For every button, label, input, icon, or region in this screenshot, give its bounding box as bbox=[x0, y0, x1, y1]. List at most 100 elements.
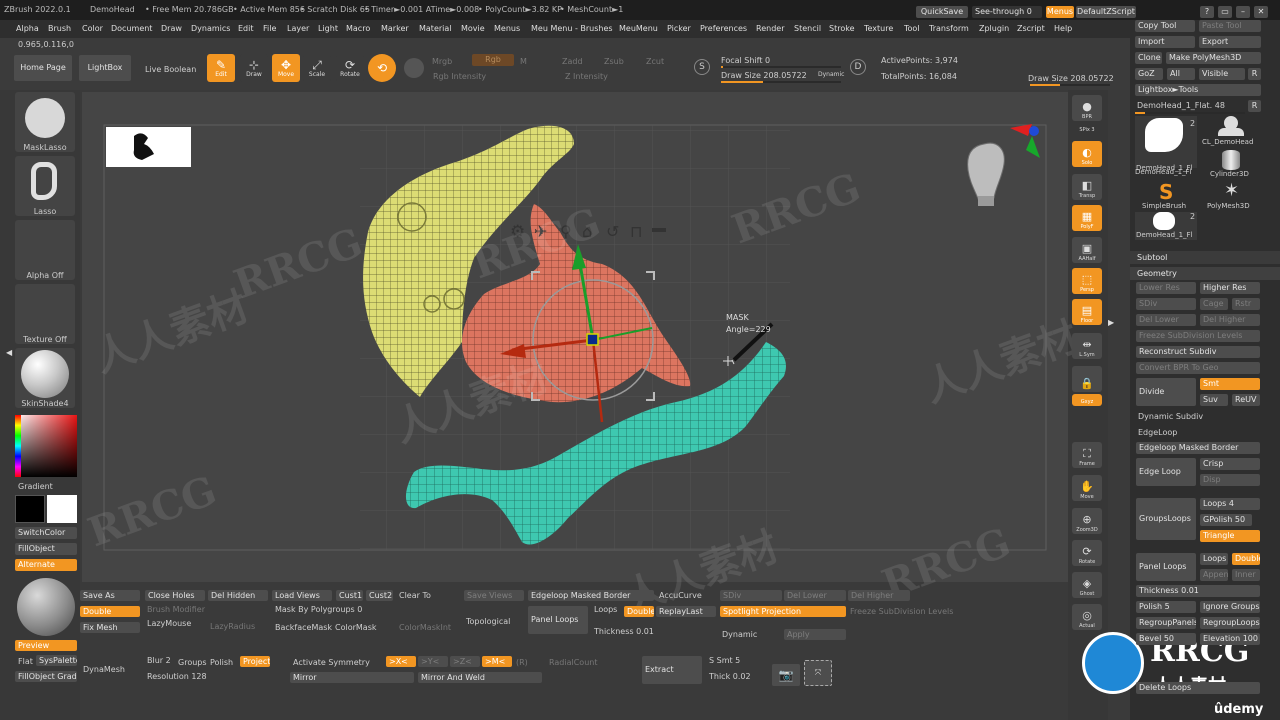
regroup-panels-button[interactable]: RegroupPanels bbox=[1136, 617, 1196, 629]
ignore-groups-button[interactable]: Ignore Groups bbox=[1200, 601, 1260, 613]
current-tool-slider[interactable]: DemoHead_1_Flat. 48 bbox=[1137, 101, 1225, 110]
rotate-button[interactable]: ⟳ Rotate bbox=[336, 54, 364, 82]
lazymouse-button[interactable]: LazyMouse bbox=[147, 619, 191, 628]
bpr-shelf-button[interactable]: ● BPR bbox=[1072, 95, 1102, 121]
spotlight-projection-button[interactable]: Spotlight Projection bbox=[720, 606, 846, 617]
paste-tool-button[interactable]: Paste Tool bbox=[1199, 20, 1261, 32]
lazyradius-slider[interactable]: LazyRadius bbox=[210, 622, 255, 631]
bottom-double-button[interactable]: Double bbox=[624, 606, 654, 617]
edit-button[interactable]: ✎ Edit bbox=[207, 54, 235, 82]
rstr-button[interactable]: Rstr bbox=[1232, 298, 1260, 310]
cust1-button[interactable]: Cust1 bbox=[336, 590, 363, 601]
syspalette-button[interactable]: SysPalette bbox=[36, 655, 77, 666]
menu-item-help[interactable]: Help bbox=[1054, 20, 1072, 38]
menu-item-stencil[interactable]: Stencil bbox=[794, 20, 821, 38]
menu-item-alpha[interactable]: Alpha bbox=[16, 20, 39, 38]
tray-loops-slider[interactable]: Loops bbox=[1200, 553, 1228, 565]
append-button[interactable]: Append bbox=[1200, 569, 1228, 581]
menu-item-picker[interactable]: Picker bbox=[667, 20, 691, 38]
cage-button[interactable]: Cage bbox=[1200, 298, 1228, 310]
rotate-shelf-button[interactable]: ⟳ Rotate bbox=[1072, 540, 1102, 566]
close-icon[interactable]: ✕ bbox=[1254, 6, 1268, 18]
lower-res-button[interactable]: Lower Res bbox=[1136, 282, 1196, 294]
draw-size-track[interactable] bbox=[721, 81, 841, 83]
persp-shelf-button[interactable]: ⬚ Persp bbox=[1072, 268, 1102, 294]
mask-by-polygroups-slider[interactable]: Mask By Polygroups 0 bbox=[275, 605, 362, 614]
right-collapse-icon[interactable]: ▶ bbox=[1108, 318, 1114, 330]
apply-button[interactable]: Apply bbox=[784, 629, 846, 640]
del-higher-button[interactable]: Del Higher bbox=[1200, 314, 1260, 326]
brush-modifier-slider[interactable]: Brush Modifier bbox=[147, 605, 205, 614]
clone-button[interactable]: Clone bbox=[1135, 52, 1162, 64]
import-button[interactable]: Import bbox=[1135, 36, 1195, 48]
hue-strip[interactable] bbox=[15, 415, 21, 477]
groups-button[interactable]: Groups bbox=[178, 658, 207, 667]
xyz-shelf-button[interactable]: Gxyz bbox=[1072, 394, 1102, 406]
all-button[interactable]: All bbox=[1167, 68, 1195, 80]
ghost-shelf-button[interactable]: ◈ Ghost bbox=[1072, 572, 1102, 598]
menu-item-marker[interactable]: Marker bbox=[381, 20, 409, 38]
reuv-button[interactable]: ReUV bbox=[1232, 394, 1260, 406]
extract-button[interactable]: Extract bbox=[642, 656, 702, 684]
delete-loops-button[interactable]: Delete Loops bbox=[1136, 682, 1260, 694]
bottom-loops-slider[interactable]: Loops bbox=[594, 605, 617, 614]
polish-button[interactable]: Polish bbox=[210, 658, 233, 667]
cust2-button[interactable]: Cust2 bbox=[366, 590, 393, 601]
tool-thumb-demohead-2[interactable]: 2 DemoHead_1_Fl bbox=[1135, 212, 1197, 240]
fill-object-button[interactable]: FillObject bbox=[15, 543, 77, 555]
menu-item-meu-menu-brushes[interactable]: Meu Menu - Brushes bbox=[531, 20, 613, 38]
rgb-button[interactable]: Rgb bbox=[472, 54, 514, 66]
regroup-loops-button[interactable]: RegroupLoops bbox=[1200, 617, 1260, 629]
viewport-canvas[interactable]: ⚙ ✈ ⚲ ⌂ ↺ ⊓ MASK Angle=229 bbox=[82, 92, 1102, 582]
left-collapse-icon[interactable]: ◀ bbox=[6, 348, 12, 358]
m-button[interactable]: M bbox=[520, 57, 527, 66]
menu-item-menus[interactable]: Menus bbox=[494, 20, 520, 38]
primary-color-swatch[interactable] bbox=[15, 495, 45, 523]
menu-item-zscript[interactable]: Zscript bbox=[1017, 20, 1045, 38]
menu-item-brush[interactable]: Brush bbox=[48, 20, 71, 38]
color-picker[interactable] bbox=[15, 415, 77, 477]
menu-item-zplugin[interactable]: Zplugin bbox=[979, 20, 1009, 38]
menu-item-dynamics[interactable]: Dynamics bbox=[191, 20, 230, 38]
menu-item-transform[interactable]: Transform bbox=[929, 20, 969, 38]
bottom-edgeloop-masked-button[interactable]: Edgeloop Masked Border bbox=[528, 590, 654, 601]
backfacemask-button[interactable]: BackfaceMask bbox=[275, 623, 332, 632]
spix-shelf-button[interactable]: SPix 3 bbox=[1072, 122, 1102, 134]
home-page-button[interactable]: Home Page bbox=[14, 55, 72, 81]
move-shelf-button[interactable]: ✋ Move bbox=[1072, 475, 1102, 501]
goz-button[interactable]: GoZ bbox=[1135, 68, 1163, 80]
geometry-header[interactable]: Geometry bbox=[1130, 267, 1280, 280]
zcut-button[interactable]: Zcut bbox=[646, 57, 664, 66]
polyf-shelf-button[interactable]: ▦ PolyF bbox=[1072, 205, 1102, 231]
move-button[interactable]: ✥ Move bbox=[272, 54, 300, 82]
tool-thumb-demohead-1[interactable]: 2 DemoHead_1_Fl bbox=[1135, 116, 1197, 172]
higher-res-button[interactable]: Higher Res bbox=[1200, 282, 1260, 294]
copy-tool-button[interactable]: Copy Tool bbox=[1135, 20, 1195, 32]
reconstruct-subdiv-button[interactable]: Reconstruct Subdiv bbox=[1136, 346, 1260, 358]
scale-button[interactable]: ⤢ Scale bbox=[303, 54, 331, 82]
menu-item-document[interactable]: Document bbox=[111, 20, 152, 38]
menus-button[interactable]: Menus bbox=[1046, 6, 1074, 18]
bottom-panel-loops-button[interactable]: Panel Loops bbox=[528, 606, 588, 634]
close-holes-button[interactable]: Close Holes bbox=[145, 590, 205, 601]
lightbox-tools-button[interactable]: Lightbox►Tools bbox=[1135, 84, 1261, 96]
dynamic-subdiv-label[interactable]: Dynamic Subdiv bbox=[1138, 412, 1203, 421]
project-button[interactable]: Project bbox=[240, 656, 270, 667]
menu-item-stroke[interactable]: Stroke bbox=[829, 20, 855, 38]
del-lower-button[interactable]: Del Lower bbox=[1136, 314, 1196, 326]
dock-icon[interactable]: ▭ bbox=[1218, 6, 1232, 18]
clear-to-button[interactable]: Clear To bbox=[399, 591, 431, 600]
thickness-slider[interactable]: Thickness 0.01 bbox=[1136, 585, 1260, 597]
fix-mesh-button[interactable]: Fix Mesh bbox=[80, 622, 140, 633]
rgb-intensity-slider[interactable]: Rgb Intensity bbox=[433, 72, 486, 81]
frame-shelf-button[interactable]: ⛶ Frame bbox=[1072, 442, 1102, 468]
tray-double-button[interactable]: Double bbox=[1232, 553, 1260, 565]
tool-thumb-polymesh[interactable]: ✶ PolyMesh3D bbox=[1200, 180, 1262, 212]
alpha-thumbnail[interactable]: Alpha Off bbox=[15, 220, 75, 280]
help-icon[interactable]: ? bbox=[1200, 6, 1214, 18]
mirror-weld-button[interactable]: Mirror And Weld bbox=[418, 672, 542, 683]
colormaskint-slider[interactable]: ColorMaskInt bbox=[399, 623, 451, 632]
x-symmetry-button[interactable]: >X< bbox=[386, 656, 416, 667]
xpose-icon[interactable]: ⤧ bbox=[804, 660, 832, 686]
sdiv-slider[interactable]: SDiv bbox=[1136, 298, 1196, 310]
